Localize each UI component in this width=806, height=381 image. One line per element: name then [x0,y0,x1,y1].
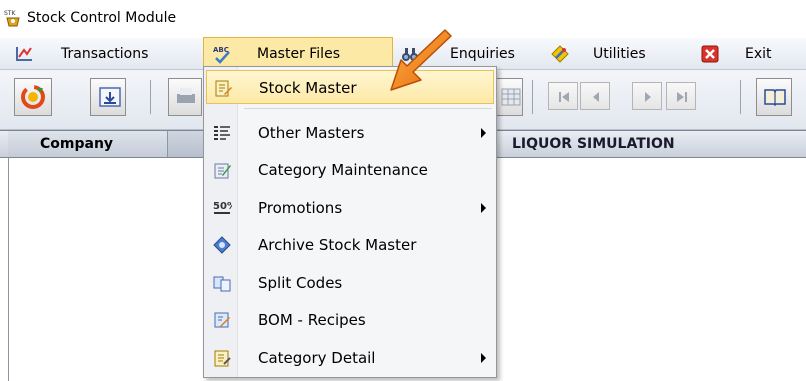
menu-item-label: Category Detail [258,349,376,367]
utilities-icon [551,45,569,63]
master-files-dropdown: Stock Master Other Masters Category Main… [203,66,497,378]
menu-item-label: Other Masters [258,124,365,142]
menu-item-split-codes[interactable]: Split Codes [206,266,494,300]
header-spacer [168,131,204,157]
submenu-arrow-icon [481,128,486,138]
menu-item-label: Split Codes [258,274,343,292]
menu-utilities[interactable]: Utilities [548,38,688,70]
toolbar-divider [150,80,151,114]
app-icon: STK [4,10,20,27]
edit-icon [214,163,231,179]
menu-item-promotions[interactable]: 50% Promotions [206,191,494,225]
next-icon [645,92,651,102]
submenu-arrow-icon [481,203,486,213]
menu-transactions[interactable]: Transactions [8,38,193,70]
previous-icon [593,92,599,102]
print-button[interactable] [168,78,202,116]
svg-text:50%: 50% [213,201,232,212]
book-button[interactable] [756,78,792,116]
last-record-button[interactable] [666,82,696,110]
refresh-icon [21,85,45,109]
menu-exit-label: Exit [745,46,772,62]
annotation-arrow-icon [390,29,452,91]
previous-record-button[interactable] [580,82,610,110]
menu-item-category-detail[interactable]: Category Detail [206,341,494,375]
menu-item-other-masters[interactable]: Other Masters [206,116,494,150]
archive-icon [213,236,231,254]
company-label: Company [8,131,168,157]
next-record-button[interactable] [632,82,662,110]
toolbar-divider [532,80,533,114]
grid-icon [501,88,521,106]
submenu-arrow-icon [481,353,486,363]
svg-text:STK: STK [4,10,16,17]
menu-item-label: Archive Stock Master [258,236,417,254]
menu-exit[interactable]: Exit [697,38,797,70]
refresh-button[interactable] [14,78,52,116]
last-record-icon [677,92,687,102]
category-detail-icon [214,350,231,367]
transactions-icon [16,47,32,61]
svg-text:ABC: ABC [213,46,229,54]
menu-item-label: Promotions [258,199,343,217]
split-icon [213,276,231,292]
menu-master-files-label: Master Files [257,46,340,62]
download-icon [99,87,121,107]
menu-utilities-label: Utilities [593,46,646,62]
book-icon [764,89,786,107]
menu-item-label: Category Maintenance [258,161,428,179]
first-record-button[interactable] [548,82,578,110]
menu-item-bom-recipes[interactable]: BOM - Recipes [206,303,494,337]
menu-item-label: BOM - Recipes [258,311,366,329]
close-icon [701,45,719,63]
menu-master-files[interactable]: ABC Master Files [203,37,393,69]
menu-item-archive-stock-master[interactable]: Archive Stock Master [206,228,494,262]
percent-icon: 50% [213,201,232,214]
menu-enquiries-label: Enquiries [450,46,515,62]
stock-master-icon [215,80,232,97]
company-name: LIQUOR SIMULATION [512,136,675,152]
master-files-icon: ABC [213,46,230,64]
menu-item-category-maintenance[interactable]: Category Maintenance [206,153,494,187]
recipe-icon [214,312,230,328]
toolbar-divider [740,80,741,114]
print-icon [177,88,195,103]
menu-item-label: Stock Master [259,79,357,97]
menu-transactions-label: Transactions [61,46,149,62]
menu-separator [244,108,492,109]
first-record-icon [559,92,569,102]
list-icon [214,126,230,140]
window-title: Stock Control Module [27,10,177,26]
grid-button[interactable] [495,78,523,116]
download-button[interactable] [90,78,126,116]
